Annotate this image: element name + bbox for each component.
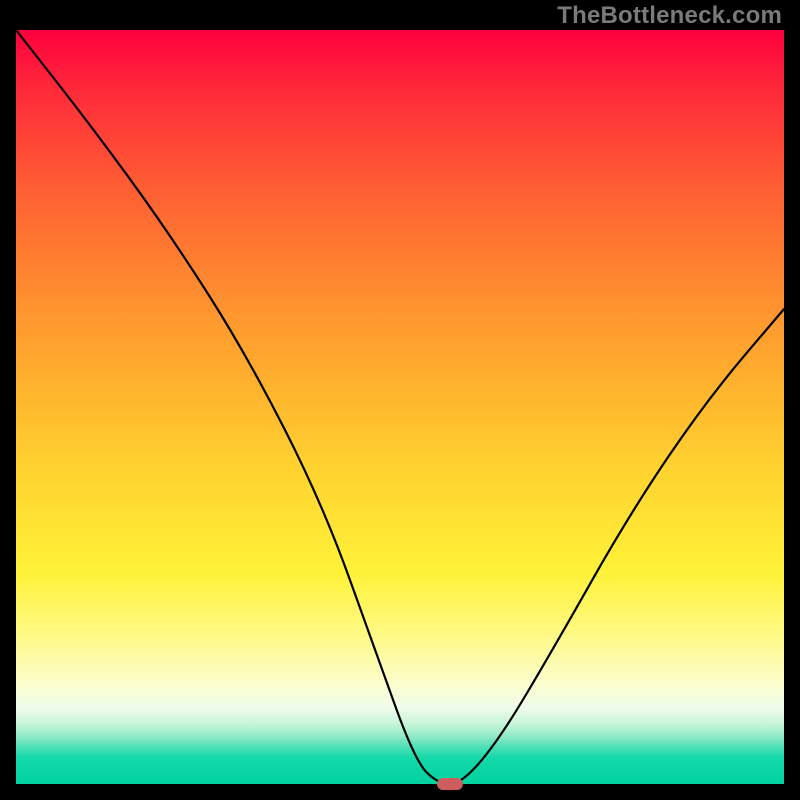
curve-svg xyxy=(16,30,784,784)
plot-area xyxy=(16,30,784,784)
watermark-text: TheBottleneck.com xyxy=(557,2,782,30)
optimal-point-marker xyxy=(437,778,463,790)
bottleneck-curve xyxy=(16,30,784,784)
chart-frame: TheBottleneck.com xyxy=(0,0,800,800)
